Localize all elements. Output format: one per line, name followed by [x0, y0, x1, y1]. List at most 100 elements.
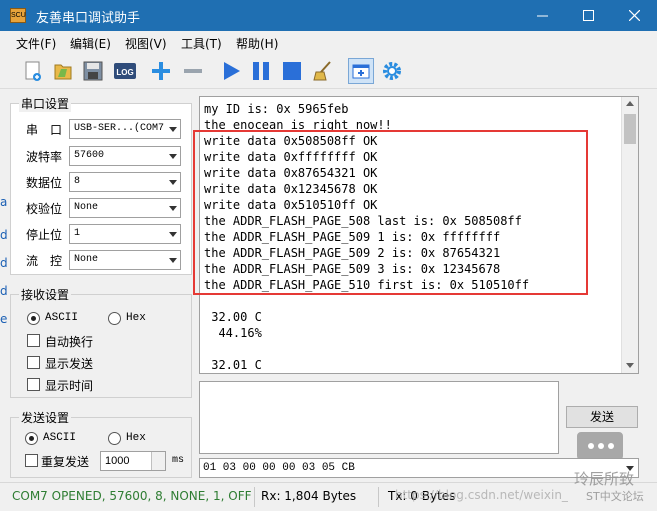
- receive-ascii-label: ASCII: [45, 312, 79, 324]
- new-file-icon: [25, 61, 41, 81]
- scroll-up-icon[interactable]: [626, 101, 634, 106]
- flow-value: None: [74, 254, 99, 265]
- new-file-button[interactable]: [20, 58, 46, 84]
- clear-broom-icon: [313, 61, 331, 81]
- chevron-down-icon: [169, 127, 177, 132]
- receive-ascii-radio[interactable]: [27, 312, 40, 325]
- show-time-label: 显示时间: [45, 379, 94, 393]
- stopbits-select[interactable]: 1: [69, 224, 181, 244]
- save-icon: [83, 61, 103, 81]
- toolbar: LOG: [0, 53, 657, 89]
- history-select[interactable]: 01 03 00 00 00 03 05 CB: [199, 458, 639, 478]
- send-hex-radio[interactable]: [108, 432, 121, 445]
- menu-edit[interactable]: 编辑(E): [70, 35, 111, 52]
- log-button[interactable]: LOG: [112, 58, 138, 84]
- stepper-down-icon[interactable]: [151, 461, 165, 470]
- send-ascii-label: ASCII: [43, 432, 77, 444]
- settings-gear-icon: [383, 62, 401, 80]
- scroll-down-icon[interactable]: [626, 363, 634, 368]
- output-line: 32.00 C: [204, 310, 262, 324]
- repeat-send-checkbox[interactable]: [25, 454, 38, 467]
- stop-button[interactable]: [279, 58, 305, 84]
- chevron-down-icon: [169, 258, 177, 263]
- show-time-checkbox[interactable]: [27, 378, 40, 391]
- highlight-box: [193, 130, 588, 295]
- flow-select[interactable]: None: [69, 250, 181, 270]
- chevron-down-icon: [169, 154, 177, 159]
- flow-label: 流 控: [26, 254, 63, 268]
- parity-value: None: [74, 202, 99, 213]
- status-separator: [254, 487, 255, 507]
- receive-hex-radio[interactable]: [108, 312, 121, 325]
- play-icon: [224, 62, 240, 80]
- chevron-down-icon: [169, 206, 177, 211]
- add-window-button[interactable]: [348, 58, 374, 84]
- auto-newline-label: 自动换行: [45, 335, 94, 349]
- remove-button[interactable]: [180, 58, 206, 84]
- save-button[interactable]: [80, 58, 106, 84]
- send-input[interactable]: [199, 381, 559, 454]
- stopbits-label: 停止位: [26, 228, 63, 242]
- scroll-thumb[interactable]: [624, 114, 636, 144]
- port-select[interactable]: USB-SER...(COM7: [69, 119, 181, 139]
- close-icon: [628, 10, 640, 21]
- serial-settings-title: 串口设置: [19, 95, 72, 112]
- menu-view[interactable]: 视图(V): [125, 35, 167, 52]
- status-separator: [378, 487, 379, 507]
- repeat-send-label: 重复发送: [41, 455, 90, 469]
- rx-count: Rx: 1,804 Bytes: [261, 489, 357, 503]
- menu-file[interactable]: 文件(F): [16, 35, 56, 52]
- output-line: 44.16%: [204, 326, 262, 340]
- close-button[interactable]: [611, 0, 657, 31]
- remove-icon: [184, 69, 202, 73]
- auto-newline-checkbox[interactable]: [27, 334, 40, 347]
- send-button[interactable]: 发送: [566, 406, 638, 428]
- menu-tools[interactable]: 工具(T): [181, 35, 222, 52]
- title-bar: SCU 友善串口调试助手: [0, 0, 657, 31]
- minimize-button[interactable]: [519, 0, 565, 31]
- play-button[interactable]: [218, 58, 244, 84]
- app-icon: SCU: [10, 8, 26, 23]
- chevron-down-icon: [169, 232, 177, 237]
- maximize-button[interactable]: [565, 0, 611, 31]
- show-send-checkbox[interactable]: [27, 356, 40, 369]
- watermark-forum: ST中文论坛: [586, 490, 644, 503]
- output-scrollbar[interactable]: [621, 97, 638, 373]
- baud-select[interactable]: 57600: [69, 146, 181, 166]
- databits-value: 8: [74, 176, 81, 187]
- window-title: 友善串口调试助手: [36, 11, 141, 26]
- databits-select[interactable]: 8: [69, 172, 181, 192]
- maximize-icon: [582, 10, 594, 21]
- clear-button[interactable]: [310, 58, 336, 84]
- parity-select[interactable]: None: [69, 198, 181, 218]
- menu-help[interactable]: 帮助(H): [236, 35, 278, 52]
- send-ascii-radio[interactable]: [25, 432, 38, 445]
- add-button[interactable]: [148, 58, 174, 84]
- pause-button[interactable]: [248, 58, 274, 84]
- settings-button[interactable]: [379, 58, 405, 84]
- scrollbar-graphics: [624, 101, 636, 368]
- add-window-icon: [352, 64, 370, 79]
- background-text: a: [0, 195, 8, 209]
- show-send-label: 显示发送: [45, 357, 94, 371]
- receive-settings-title: 接收设置: [19, 286, 72, 303]
- port-value: USB-SER...(COM7: [74, 123, 165, 134]
- send-hex-label: Hex: [126, 432, 146, 444]
- output-line: my ID is: 0x 5965feb: [204, 102, 349, 116]
- open-button[interactable]: [50, 58, 76, 84]
- watermark-brand: 玲辰所致: [574, 470, 635, 488]
- open-folder-icon: [54, 64, 72, 80]
- menu-bar: 文件(F) 编辑(E) 视图(V) 工具(T) 帮助(H): [0, 31, 657, 53]
- stepper-up-icon[interactable]: [151, 452, 165, 461]
- watermark-url: https://blog.csdn.net/weixin_: [395, 488, 568, 502]
- log-icon: LOG: [114, 63, 136, 79]
- log-label: LOG: [116, 68, 133, 77]
- baud-value: 57600: [74, 150, 105, 161]
- repeat-interval-stepper[interactable]: 1000: [100, 451, 166, 471]
- stopbits-value: 1: [74, 228, 81, 239]
- receive-hex-label: Hex: [126, 312, 146, 324]
- port-status: COM7 OPENED, 57600, 8, NONE, 1, OFF: [12, 489, 252, 503]
- background-text: d: [0, 228, 8, 242]
- minimize-icon: [536, 15, 548, 17]
- databits-label: 数据位: [26, 176, 63, 190]
